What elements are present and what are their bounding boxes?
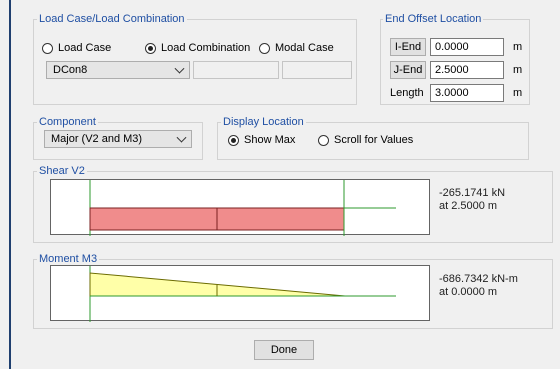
radio-scroll-values-dot[interactable] <box>318 134 329 146</box>
chevron-down-icon <box>174 63 185 74</box>
component-select[interactable]: Major (V2 and M3) <box>44 130 192 148</box>
component-value: Major (V2 and M3) <box>51 133 143 145</box>
shear-value: -265.1741 kN <box>439 187 506 199</box>
length-field[interactable]: 3.0000 <box>430 84 504 102</box>
done-button-label: Done <box>270 344 298 356</box>
length-unit: m <box>513 87 523 99</box>
done-button[interactable]: Done <box>254 340 314 360</box>
moment-location: at 0.0000 m <box>439 286 498 298</box>
load-combo-value: DCon8 <box>53 64 88 76</box>
radio-modal-case[interactable]: Modal Case <box>259 42 334 54</box>
j-end-button[interactable]: J-End <box>390 61 426 79</box>
radio-load-combination-dot[interactable] <box>145 42 156 54</box>
radio-scroll-values[interactable]: Scroll for Values <box>318 134 413 146</box>
moment-value: -686.7342 kN-m <box>439 273 518 285</box>
moment-diagram <box>50 265 430 322</box>
i-end-label: I-End <box>394 41 422 53</box>
i-end-value: 0.0000 <box>435 41 469 53</box>
shear-location: at 2.5000 m <box>439 200 498 212</box>
j-end-value: 2.5000 <box>435 64 469 76</box>
radio-load-case[interactable]: Load Case <box>42 42 111 54</box>
radio-scroll-values-label: Scroll for Values <box>334 134 414 146</box>
length-label: Length <box>390 87 424 99</box>
radio-show-max-label: Show Max <box>244 134 296 146</box>
length-value: 3.0000 <box>435 87 469 99</box>
display-location-group-title: Display Location <box>221 116 306 128</box>
disabled-field-2 <box>282 61 352 79</box>
radio-load-combination-label: Load Combination <box>161 42 251 54</box>
radio-show-max[interactable]: Show Max <box>228 134 295 146</box>
window-edge <box>9 0 11 369</box>
radio-load-case-label: Load Case <box>58 42 112 54</box>
j-end-label: J-End <box>393 64 423 76</box>
j-end-unit: m <box>513 64 523 76</box>
radio-show-max-dot[interactable] <box>228 134 239 146</box>
shear-diagram <box>50 179 430 236</box>
radio-load-combination[interactable]: Load Combination <box>145 42 250 54</box>
shear-diagram-svg <box>89 180 396 236</box>
disabled-field-1 <box>193 61 279 79</box>
load-combo-select[interactable]: DCon8 <box>46 61 190 79</box>
moment-diagram-svg <box>89 266 396 322</box>
radio-load-case-dot[interactable] <box>42 42 53 54</box>
component-group-title: Component <box>37 116 98 128</box>
shear-group-title: Shear V2 <box>37 165 87 177</box>
end-offset-group-title: End Offset Location <box>383 13 484 25</box>
moment-group-title: Moment M3 <box>37 253 100 265</box>
chevron-down-icon <box>176 132 187 143</box>
j-end-field[interactable]: 2.5000 <box>430 61 504 79</box>
i-end-field[interactable]: 0.0000 <box>430 38 504 56</box>
i-end-unit: m <box>513 41 523 53</box>
radio-modal-case-label: Modal Case <box>275 42 334 54</box>
radio-modal-case-dot[interactable] <box>259 42 270 54</box>
load-case-group-title: Load Case/Load Combination <box>37 13 187 25</box>
i-end-button[interactable]: I-End <box>390 38 426 56</box>
